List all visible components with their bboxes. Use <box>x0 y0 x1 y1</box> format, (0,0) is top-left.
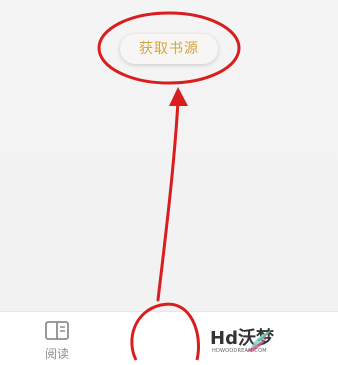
book-icon <box>45 321 69 340</box>
app-screen: 获取书源 阅读 Hd沃梦 HDWOODREAM.COM <box>0 0 338 365</box>
annotation-arrow-line <box>156 99 180 302</box>
tab-read[interactable]: 阅读 <box>30 316 84 362</box>
bottom-navigation: 阅读 <box>0 311 338 365</box>
tab-read-label: 阅读 <box>44 347 69 361</box>
get-book-source-button[interactable]: 获取书源 <box>120 34 218 64</box>
annotation-arrow-head <box>169 87 188 106</box>
watermark: Hd沃梦 HDWOODREAM.COM <box>210 322 276 362</box>
bottom-nav-center-space <box>138 312 198 364</box>
watermark-url: HDWOODREAM.COM <box>212 348 267 354</box>
